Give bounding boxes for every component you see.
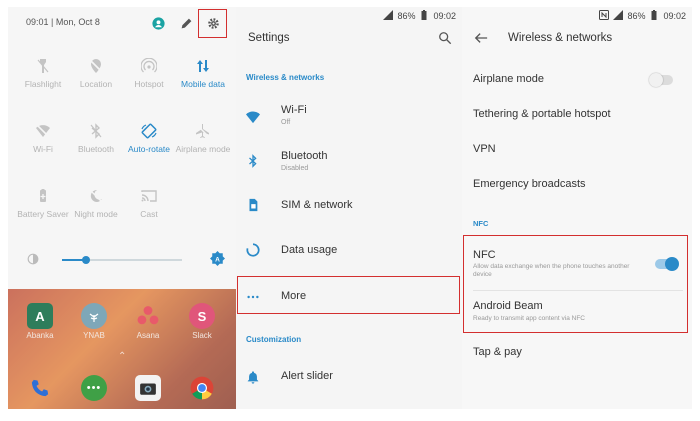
flashlight-icon	[32, 57, 54, 75]
app-ynab[interactable]: YNAB	[72, 303, 116, 340]
quick-settings-panel: 09:01 | Mon, Oct 8 Flashlight Location H…	[8, 7, 236, 409]
page-title: Wireless & networks	[508, 32, 613, 44]
settings-item-wifi[interactable]: Wi-Fi Off	[236, 97, 462, 139]
item-title: Data usage	[281, 244, 338, 256]
vpn-item[interactable]: VPN	[473, 143, 496, 155]
settings-appbar: Settings	[236, 23, 462, 55]
messages-icon[interactable]: •••	[81, 375, 107, 401]
brightness-thumb[interactable]	[82, 256, 90, 264]
item-subtitle: Disabled	[281, 165, 309, 172]
settings-item-sim[interactable]: SIM & network	[236, 193, 462, 235]
search-icon[interactable]	[438, 31, 452, 45]
auto-brightness-icon[interactable]: A	[210, 251, 226, 267]
item-title: SIM & network	[281, 199, 353, 211]
app-abanka[interactable]: A Abanka	[18, 303, 62, 340]
chrome-icon[interactable]	[189, 375, 215, 401]
app-label: YNAB	[83, 331, 105, 340]
status-bar: 86% 09:02	[236, 7, 462, 23]
quick-settings-shade: 09:01 | Mon, Oct 8 Flashlight Location H…	[8, 7, 236, 289]
slack-icon: S	[189, 303, 215, 329]
item-title: Alert slider	[281, 370, 333, 382]
item-subtitle: Off	[281, 119, 291, 126]
tile-cast[interactable]: Cast	[117, 187, 181, 219]
svg-text:A: A	[215, 256, 220, 263]
tile-mobile-data[interactable]: Mobile data	[171, 57, 235, 89]
tap-and-pay-item[interactable]: Tap & pay	[473, 346, 522, 358]
wifi-icon	[32, 122, 54, 140]
nfc-highlight-box	[463, 235, 688, 333]
battery-percent: 86%	[627, 11, 646, 21]
section-header-nfc: NFC	[473, 219, 489, 228]
tile-airplane-mode[interactable]: Airplane mode	[171, 122, 235, 154]
home-screen: A Abanka YNAB Asana S Slack ⌃ •••	[8, 289, 236, 409]
bell-icon	[245, 369, 261, 385]
emergency-broadcasts-item[interactable]: Emergency broadcasts	[473, 178, 586, 190]
ynab-icon	[81, 303, 107, 329]
battery-icon	[649, 10, 659, 22]
tile-label: Mobile data	[181, 79, 225, 89]
back-arrow-icon[interactable]	[474, 31, 488, 45]
item-title: Bluetooth	[281, 150, 328, 162]
bluetooth-icon	[245, 153, 261, 169]
app-drawer-chevron-icon[interactable]: ⌃	[118, 351, 126, 362]
wifi-icon	[245, 109, 261, 125]
nfc-status-icon	[599, 10, 610, 22]
app-slack[interactable]: S Slack	[180, 303, 224, 340]
tethering-item[interactable]: Tethering & portable hotspot	[473, 108, 611, 120]
wireless-appbar: Wireless & networks	[462, 23, 692, 55]
battery-percent: 86%	[397, 11, 416, 21]
settings-panel: 86% 09:02 Settings Wireless & networks W…	[236, 7, 462, 409]
app-label: Asana	[136, 331, 160, 340]
airplane-icon	[192, 122, 214, 140]
section-header-wireless: Wireless & networks	[246, 73, 325, 82]
settings-item-alert-slider[interactable]: Alert slider	[236, 363, 462, 405]
auto-rotate-icon	[138, 122, 160, 140]
brightness-slider[interactable]	[62, 256, 182, 264]
tile-label: Cast	[140, 209, 158, 219]
app-asana[interactable]: Asana	[126, 303, 170, 340]
tile-label: Airplane mode	[175, 144, 231, 154]
settings-item-data-usage[interactable]: Data usage	[236, 239, 462, 281]
page-title: Settings	[248, 32, 290, 44]
signal-icon	[613, 10, 624, 22]
camera-icon[interactable]	[135, 375, 161, 401]
bluetooth-icon	[85, 122, 107, 140]
section-header-customization: Customization	[246, 335, 302, 344]
mobile-data-icon	[192, 57, 214, 75]
toggle-knob	[649, 73, 663, 87]
more-highlight-box	[237, 276, 460, 314]
status-time: 09:01 | Mon, Oct 8	[26, 17, 100, 27]
abanka-icon: A	[27, 303, 53, 329]
screenshot-root: 09:01 | Mon, Oct 8 Flashlight Location H…	[0, 0, 700, 421]
battery-saver-icon	[32, 187, 54, 205]
settings-highlight-box	[198, 9, 227, 38]
data-usage-icon	[245, 242, 261, 258]
status-clock: 09:02	[663, 11, 686, 21]
status-clock: 09:02	[433, 11, 456, 21]
account-icon[interactable]	[150, 15, 166, 31]
item-title: Wi-Fi	[281, 104, 307, 116]
brightness-row: A	[26, 249, 226, 271]
signal-icon	[383, 10, 394, 22]
settings-item-bluetooth[interactable]: Bluetooth Disabled	[236, 145, 462, 187]
hotspot-icon	[138, 57, 160, 75]
app-label: Slack	[192, 331, 212, 340]
night-mode-icon	[85, 187, 107, 205]
wireless-networks-panel: 86% 09:02 Wireless & networks Airplane m…	[462, 7, 692, 409]
edit-icon[interactable]	[178, 15, 194, 31]
status-bar: 86% 09:02	[462, 7, 692, 23]
location-icon	[85, 57, 107, 75]
brightness-icon	[26, 252, 42, 268]
battery-icon	[419, 10, 429, 22]
airplane-mode-toggle[interactable]	[649, 73, 673, 87]
phone-icon[interactable]	[27, 375, 53, 401]
app-label: Abanka	[26, 331, 54, 340]
sim-icon	[245, 197, 261, 213]
airplane-mode-item[interactable]: Airplane mode	[473, 73, 544, 85]
cast-icon	[138, 187, 160, 205]
asana-icon	[135, 303, 161, 329]
